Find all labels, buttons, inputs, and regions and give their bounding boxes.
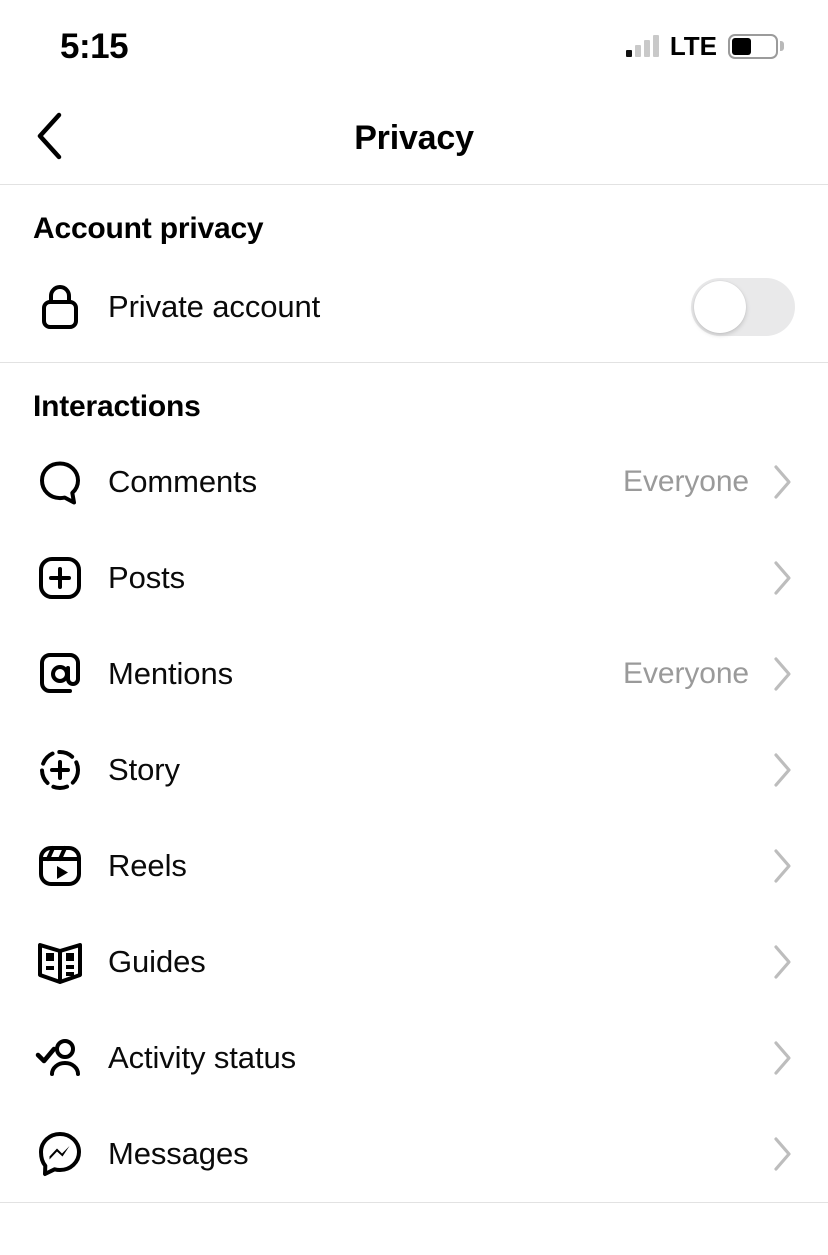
row-value-comments: Everyone <box>623 465 749 498</box>
row-label-reels: Reels <box>108 848 187 883</box>
posts-icon <box>33 551 87 605</box>
row-private-account[interactable]: Private account <box>0 252 828 362</box>
section-title-interactions: Interactions <box>33 390 201 423</box>
comment-icon <box>33 455 87 509</box>
row-label-posts: Posts <box>108 560 186 595</box>
row-posts[interactable]: Posts <box>0 530 828 626</box>
row-label-mentions: Mentions <box>108 656 233 691</box>
chevron-right-icon <box>771 1040 795 1076</box>
row-story[interactable]: Story <box>0 722 828 818</box>
cellular-signal-icon <box>625 35 659 57</box>
chevron-right-icon <box>771 464 795 500</box>
chevron-right-icon <box>771 1136 795 1172</box>
messenger-icon <box>33 1127 87 1181</box>
privacy-settings-screen: 5:15 LTE Privacy Account privacy Private… <box>0 0 828 1255</box>
row-label-guides: Guides <box>108 944 206 979</box>
chevron-right-icon <box>771 656 795 692</box>
chevron-right-icon <box>771 944 795 980</box>
row-label-private-account: Private account <box>108 289 321 324</box>
row-label-story: Story <box>108 752 180 787</box>
status-indicators: LTE <box>625 31 784 61</box>
status-bar: 5:15 LTE <box>0 0 828 92</box>
mention-icon <box>33 647 87 701</box>
row-activity-status[interactable]: Activity status <box>0 1010 828 1106</box>
chevron-right-icon <box>771 848 795 884</box>
story-icon <box>33 743 87 797</box>
row-label-activity-status: Activity status <box>108 1040 296 1075</box>
private-account-toggle[interactable] <box>691 278 795 336</box>
interactions-list: Comments Everyone Posts Mentions Everyon… <box>0 434 828 1202</box>
status-time: 5:15 <box>60 26 129 66</box>
row-mentions[interactable]: Mentions Everyone <box>0 626 828 722</box>
page-title: Privacy <box>354 118 474 157</box>
toggle-knob <box>694 281 746 333</box>
row-guides[interactable]: Guides <box>0 914 828 1010</box>
row-label-messages: Messages <box>108 1136 249 1171</box>
chevron-right-icon <box>771 560 795 596</box>
lock-icon <box>33 280 87 334</box>
row-comments[interactable]: Comments Everyone <box>0 434 828 530</box>
section-account-privacy: Account privacy Private account <box>0 185 828 363</box>
guides-icon <box>33 935 87 989</box>
navigation-bar: Privacy <box>0 92 828 185</box>
chevron-left-icon <box>34 111 64 166</box>
battery-icon <box>728 33 784 59</box>
row-reels[interactable]: Reels <box>0 818 828 914</box>
reels-icon <box>33 839 87 893</box>
row-value-mentions: Everyone <box>623 657 749 690</box>
section-interactions: Interactions Comments Everyone Posts Men… <box>0 363 828 1203</box>
back-button[interactable] <box>22 111 76 165</box>
row-label-comments: Comments <box>108 464 258 499</box>
network-type-label: LTE <box>669 31 717 61</box>
row-messages[interactable]: Messages <box>0 1106 828 1202</box>
activity-status-icon <box>33 1031 87 1085</box>
chevron-right-icon <box>771 752 795 788</box>
section-title-account-privacy: Account privacy <box>33 212 264 245</box>
